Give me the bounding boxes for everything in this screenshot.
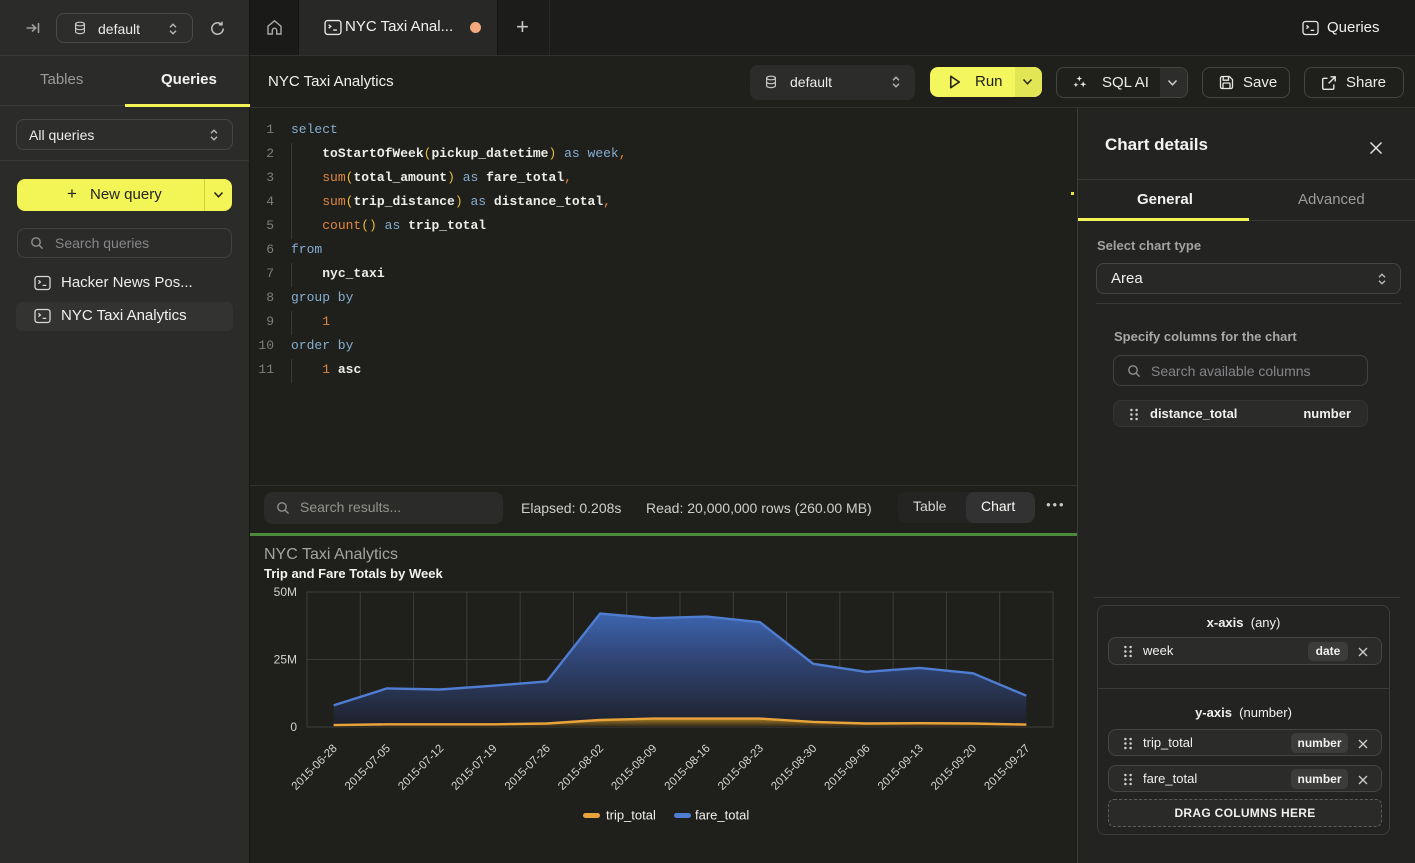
svg-text:2015-09-06: 2015-09-06 — [823, 743, 873, 793]
svg-text:trip_total: trip_total — [606, 808, 656, 823]
svg-text:2015-06-28: 2015-06-28 — [290, 743, 340, 793]
svg-text:2015-09-20: 2015-09-20 — [929, 743, 979, 793]
svg-text:2015-09-27: 2015-09-27 — [982, 743, 1032, 793]
svg-text:fare_total: fare_total — [695, 808, 749, 823]
svg-text:2015-07-19: 2015-07-19 — [450, 743, 500, 793]
svg-text:2015-08-30: 2015-08-30 — [769, 743, 819, 793]
svg-text:2015-09-13: 2015-09-13 — [876, 743, 926, 793]
svg-text:25M: 25M — [274, 653, 297, 667]
svg-text:0: 0 — [290, 720, 297, 734]
svg-text:2015-07-26: 2015-07-26 — [503, 743, 553, 793]
svg-text:2015-07-12: 2015-07-12 — [396, 743, 446, 793]
svg-text:2015-08-23: 2015-08-23 — [716, 743, 766, 793]
svg-text:50M: 50M — [274, 585, 297, 599]
svg-text:2015-07-05: 2015-07-05 — [343, 743, 393, 793]
svg-text:2015-08-02: 2015-08-02 — [556, 743, 606, 793]
svg-text:2015-08-16: 2015-08-16 — [663, 743, 713, 793]
svg-text:2015-08-09: 2015-08-09 — [609, 743, 659, 793]
